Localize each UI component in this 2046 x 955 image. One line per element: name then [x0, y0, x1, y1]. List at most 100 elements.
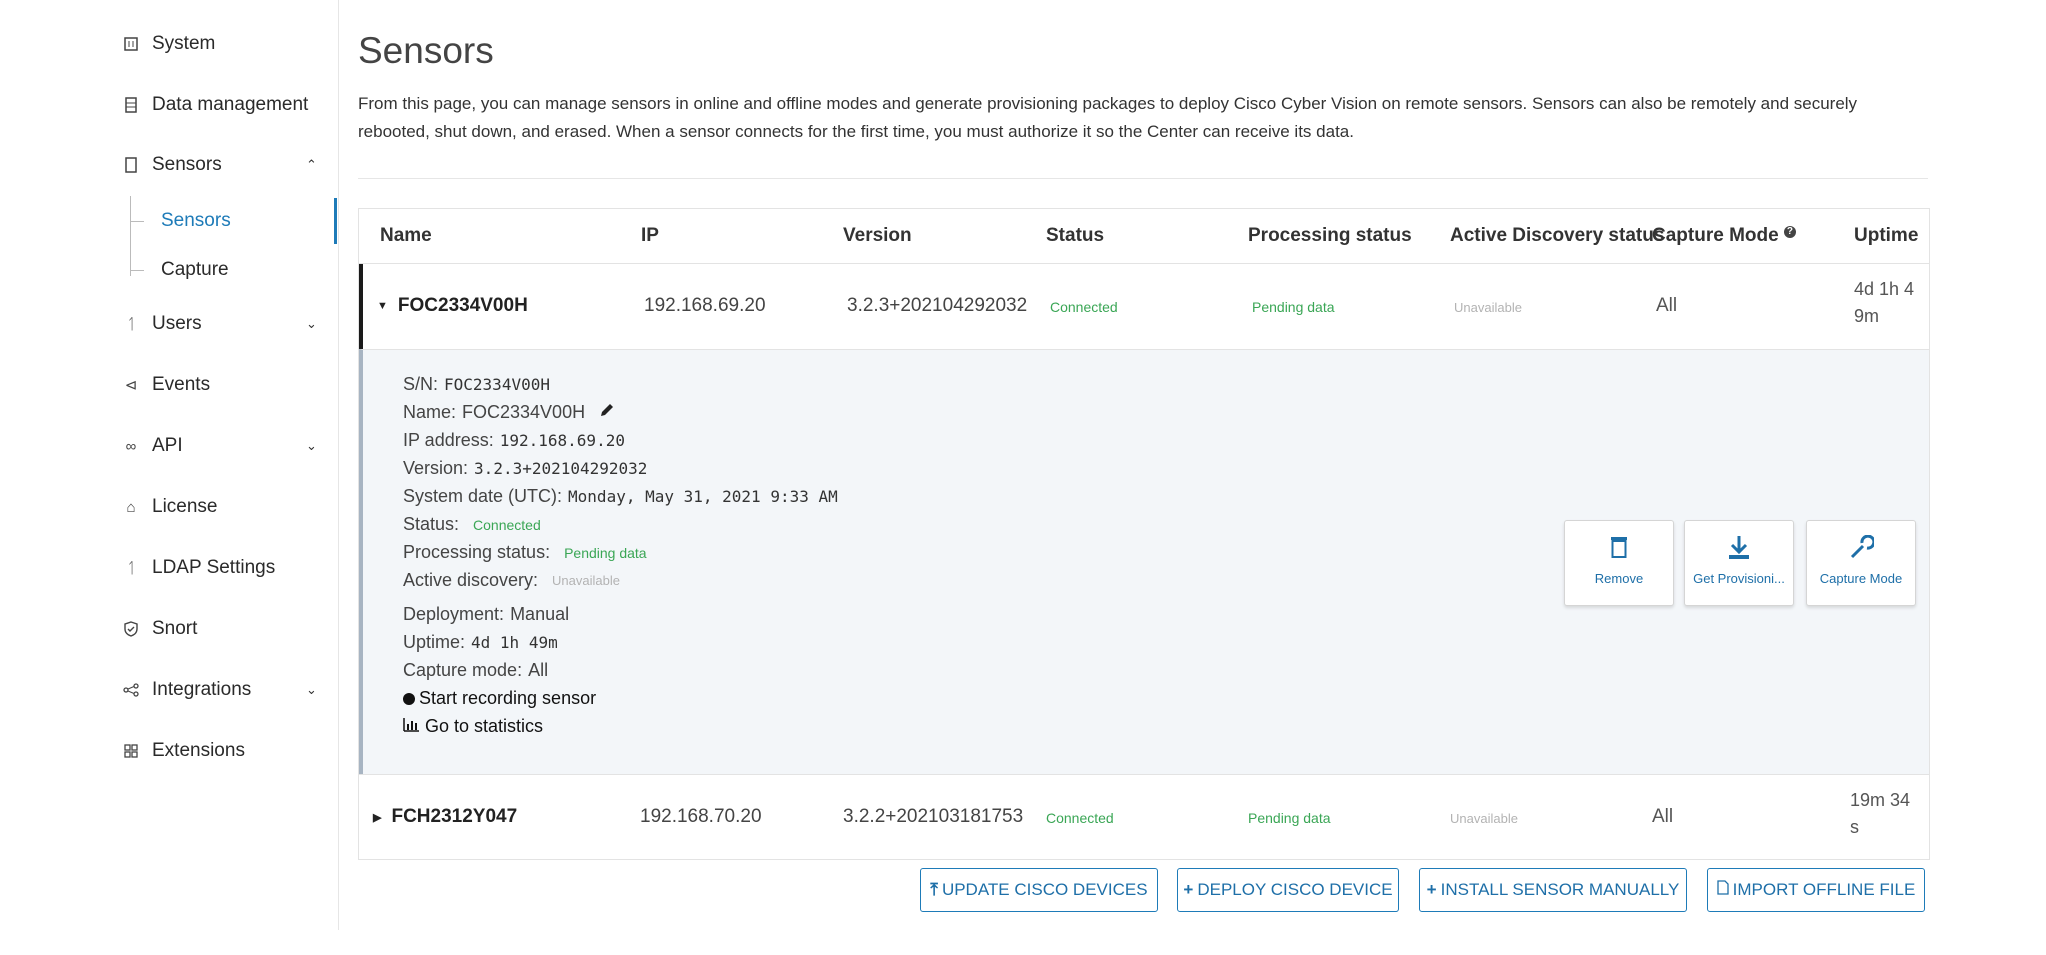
chevron-down-icon[interactable]: ⌄ — [306, 438, 326, 454]
column-header-active-discovery[interactable]: Active Discovery status — [1450, 225, 1664, 247]
sidebar-subitem-capture[interactable]: Capture — [161, 255, 229, 285]
sidebar-item-sensors[interactable]: Sensors ⌃ — [120, 150, 317, 180]
grid-icon — [120, 744, 142, 758]
caret-right-icon[interactable]: ▶ — [373, 811, 381, 824]
capture-mode-button[interactable]: Capture Mode — [1806, 520, 1916, 606]
action-label: Remove — [1594, 571, 1644, 586]
sidebar-item-data-management[interactable]: Data management — [120, 90, 308, 120]
sidebar-item-integrations[interactable]: Integrations ⌄ — [120, 675, 317, 705]
sensor-name[interactable]: ▶ FCH2312Y047 — [373, 806, 517, 828]
download-icon — [1685, 535, 1793, 565]
sidebar-item-label: LDAP Settings — [152, 557, 276, 578]
detail-label: Name: — [403, 402, 457, 422]
system-icon — [120, 37, 142, 51]
bar-chart-icon — [403, 716, 419, 737]
sidebar-subitem-sensors[interactable]: Sensors — [161, 206, 231, 236]
upload-icon: ⤒ — [930, 880, 938, 899]
tree-line — [130, 196, 131, 276]
detail-processing: Processing status: Pending data — [403, 542, 647, 563]
table-row[interactable]: ▶ FCH2312Y047 192.168.70.20 3.2.2+2021031… — [359, 774, 1929, 859]
detail-label: Processing status: — [403, 542, 551, 562]
share-icon — [120, 683, 142, 697]
detail-sn: S/N: FOC2334V00H — [403, 374, 550, 395]
sidebar: System Data management Sensors ⌃ Sensors… — [0, 0, 339, 930]
sensor-name[interactable]: ▼ FOC2334V00H — [377, 295, 528, 317]
sidebar-item-users[interactable]: ᛐ Users ⌄ — [120, 309, 316, 339]
help-icon[interactable]: ? — [1783, 225, 1796, 238]
detail-label: Version: — [403, 458, 469, 478]
uptime-line: 4d 1h 4 — [1854, 279, 1915, 299]
sidebar-item-label: Sensors — [152, 154, 222, 175]
page-title: Sensors — [358, 30, 494, 71]
chevron-up-icon[interactable]: ⌃ — [306, 157, 326, 173]
sidebar-item-extensions[interactable]: Extensions — [120, 736, 245, 766]
sensor-ip: 192.168.69.20 — [644, 295, 766, 316]
column-header-ip[interactable]: IP — [641, 225, 659, 247]
detail-value: Unavailable — [552, 573, 620, 588]
column-header-label: Capture Mode — [1652, 225, 1779, 246]
users-icon: ᛐ — [126, 559, 136, 577]
uptime-line: 9m — [1854, 306, 1880, 326]
sidebar-item-label: Integrations — [152, 679, 252, 700]
detail-label: Uptime: — [403, 632, 466, 652]
get-provisioning-button[interactable]: Get Provisioni... — [1684, 520, 1794, 606]
start-recording-link[interactable]: Start recording sensor — [403, 688, 596, 709]
sidebar-item-system[interactable]: System — [120, 29, 215, 59]
chevron-down-icon[interactable]: ⌄ — [306, 316, 326, 332]
chevron-down-icon[interactable]: ⌄ — [306, 682, 326, 698]
sidebar-item-snort[interactable]: Snort — [120, 614, 197, 644]
processing-status: Pending data — [1248, 810, 1331, 826]
button-label: INSTALL SENSOR MANUALLY — [1440, 880, 1680, 899]
sensor-icon — [120, 157, 142, 173]
plus-icon: + — [1426, 880, 1437, 899]
remove-button[interactable]: Remove — [1564, 520, 1674, 606]
caret-down-icon[interactable]: ▼ — [377, 300, 388, 312]
update-cisco-devices-button[interactable]: ⤒ UPDATE CISCO DEVICES — [920, 868, 1158, 912]
detail-label: Deployment: — [403, 604, 505, 624]
table-row[interactable]: ▼ FOC2334V00H 192.168.69.20 3.2.3+2021042… — [359, 264, 1929, 349]
sensors-table: Name IP Version Status Processing status… — [358, 208, 1930, 860]
detail-value: All — [528, 660, 549, 680]
active-indicator — [334, 198, 337, 244]
uptime-line: 19m 34 — [1850, 790, 1911, 810]
processing-status: Pending data — [1252, 299, 1335, 315]
action-label: Get Provisioni... — [1693, 571, 1785, 586]
sidebar-item-api[interactable]: ∞ API ⌄ — [120, 431, 317, 461]
edit-icon[interactable] — [599, 402, 615, 423]
sidebar-item-label: System — [152, 33, 216, 54]
detail-label: Capture mode: — [403, 660, 523, 680]
column-header-capture-mode[interactable]: Capture Mode ? — [1652, 225, 1796, 247]
link-label: Start recording sensor — [419, 688, 597, 708]
column-header-status[interactable]: Status — [1046, 225, 1104, 247]
column-header-processing-status[interactable]: Processing status — [1248, 225, 1412, 247]
button-label: UPDATE CISCO DEVICES — [941, 880, 1148, 899]
sidebar-item-license[interactable]: ⌂ License — [120, 492, 217, 522]
go-to-statistics-link[interactable]: Go to statistics — [403, 716, 543, 737]
sidebar-item-events[interactable]: ⊲ Events — [120, 370, 210, 400]
file-icon — [1717, 880, 1729, 900]
uptime: 4d 1h 4 9m — [1854, 276, 1914, 330]
detail-uptime: Uptime: 4d 1h 49m — [403, 632, 558, 653]
column-header-uptime[interactable]: Uptime — [1854, 225, 1918, 247]
deploy-cisco-device-button[interactable]: + DEPLOY CISCO DEVICE — [1177, 868, 1399, 912]
detail-value: Manual — [510, 604, 570, 624]
detail-value: 4d 1h 49m — [471, 633, 558, 652]
install-sensor-manually-button[interactable]: + INSTALL SENSOR MANUALLY — [1419, 868, 1687, 912]
sidebar-item-label: Data management — [152, 94, 309, 115]
detail-deployment: Deployment: Manual — [403, 604, 569, 625]
import-offline-file-button[interactable]: IMPORT OFFLINE FILE — [1707, 868, 1925, 912]
record-icon — [403, 692, 415, 705]
detail-discovery: Active discovery: Unavailable — [403, 570, 620, 591]
detail-label: Status: — [403, 514, 460, 534]
capture-mode: All — [1656, 295, 1678, 316]
detail-value: FOC2334V00H — [444, 375, 550, 394]
button-label: DEPLOY CISCO DEVICE — [1197, 880, 1393, 899]
detail-value: 192.168.69.20 — [499, 431, 625, 450]
sidebar-item-label: Extensions — [152, 740, 245, 761]
sidebar-item-ldap-settings[interactable]: ᛐ LDAP Settings — [120, 553, 275, 583]
status-badge: Connected — [473, 516, 541, 533]
status-badge: Connected — [1050, 299, 1118, 315]
action-label: Capture Mode — [1819, 571, 1903, 586]
column-header-version[interactable]: Version — [843, 225, 912, 247]
column-header-name[interactable]: Name — [380, 225, 432, 247]
